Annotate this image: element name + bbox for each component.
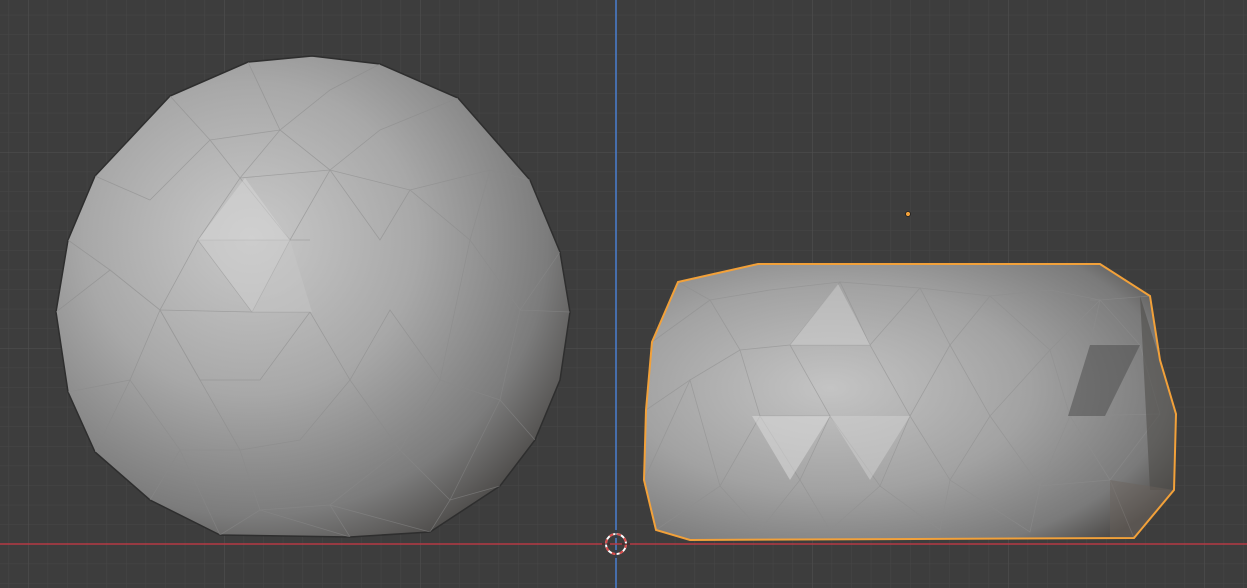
- viewport-canvas[interactable]: [0, 0, 1247, 588]
- 3d-viewport[interactable]: [0, 0, 1247, 588]
- deformed-mesh-object[interactable]: [642, 263, 1178, 542]
- object-origin-icon[interactable]: [905, 211, 911, 217]
